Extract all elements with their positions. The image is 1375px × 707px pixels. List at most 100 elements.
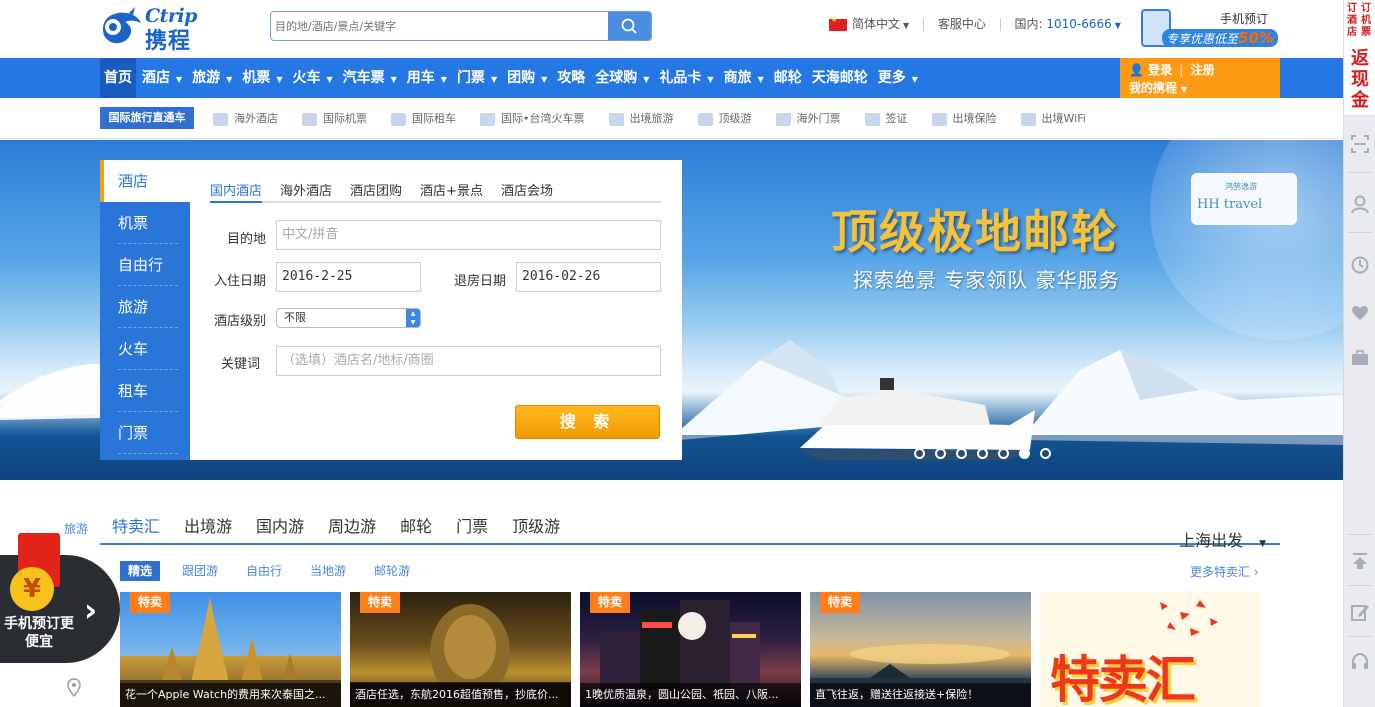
more-deals-link[interactable]: 更多特卖汇 › xyxy=(1190,563,1259,580)
checkin-date-input[interactable]: 2016-2-25 xyxy=(276,262,421,292)
deal-card[interactable]: 特卖 1晚优质温泉，圆山公园、祇园、八阪... xyxy=(580,592,801,707)
carousel-dot[interactable] xyxy=(1019,448,1030,459)
hotel-type-tab[interactable]: 酒店团购 xyxy=(350,180,402,203)
nav-item[interactable]: 礼品卡 ▼ xyxy=(655,58,717,98)
intl-travel-links: 海外酒店 国际机票 国际租车 国际•台湾火车票 出境旅游 顶级游 海外门票 签证 出境保险 出境W… xyxy=(213,98,1110,139)
travel-tab[interactable]: 邮轮 xyxy=(400,512,432,543)
section-side-label[interactable]: 旅游 xyxy=(64,520,88,537)
nav-item[interactable]: 首页 xyxy=(100,58,136,98)
carousel-dot[interactable] xyxy=(998,448,1009,459)
nav-item[interactable]: 酒店 ▼ xyxy=(138,58,186,98)
nav-item[interactable]: 机票 ▼ xyxy=(238,58,286,98)
side-tab[interactable]: 火车 xyxy=(100,328,190,370)
building-icon xyxy=(213,112,228,126)
travel-tab[interactable]: 周边游 xyxy=(328,512,376,543)
language-select[interactable]: 简体中文 ▼ xyxy=(852,17,909,31)
nav-item-label: 门票 xyxy=(456,70,485,86)
carousel-dot[interactable] xyxy=(914,448,925,459)
nav-item-label: 首页 xyxy=(104,70,132,86)
mobile-booking-promo[interactable]: 手机预订 专享优惠低至50% xyxy=(1135,7,1285,51)
nav-item[interactable]: 门票 ▼ xyxy=(453,58,501,98)
side-tab[interactable]: 旅游 xyxy=(100,286,190,328)
my-ctrip-menu[interactable]: 我的携程 ▼ xyxy=(1129,79,1187,96)
login-link[interactable]: 登录 xyxy=(1148,63,1172,77)
user-icon[interactable] xyxy=(1350,194,1370,214)
carousel-dot[interactable] xyxy=(935,448,946,459)
side-tab[interactable]: 自由行 xyxy=(100,244,190,286)
nav-item[interactable]: 汽车票 ▼ xyxy=(339,58,401,98)
nav-item[interactable]: 用车 ▼ xyxy=(403,58,451,98)
travel-tab[interactable]: 国内游 xyxy=(256,512,304,543)
deals-promo-banner[interactable]: 特卖汇 xyxy=(1040,592,1261,707)
destination-input[interactable]: 中文/拼音 xyxy=(276,220,661,250)
hotel-type-tab[interactable]: 海外酒店 xyxy=(280,180,332,203)
intl-link-label: 海外门票 xyxy=(796,112,841,125)
deal-card[interactable]: 特卖 直飞往返，赠送往返接送+保险！ xyxy=(810,592,1031,707)
nav-item[interactable]: 全球购 ▼ xyxy=(591,58,653,98)
travel-sub-tab[interactable]: 精选 xyxy=(120,561,161,581)
intl-link[interactable]: 国际•台湾火车票 xyxy=(480,98,585,139)
hh-travel-logo: 鸿鹄逸游 HH travel xyxy=(1191,173,1297,225)
intl-link[interactable]: 签证 xyxy=(864,98,908,139)
hotel-search-button[interactable]: 搜 索 xyxy=(515,405,660,439)
back-to-top-icon[interactable] xyxy=(1350,551,1370,571)
travel-sub-tab[interactable]: 邮轮游 xyxy=(374,561,410,581)
nav-item[interactable]: 商旅 ▼ xyxy=(720,58,768,98)
search-input[interactable] xyxy=(275,16,605,36)
travel-sub-tab[interactable]: 自由行 xyxy=(246,561,282,581)
checkout-date-input[interactable]: 2016-02-26 xyxy=(516,262,661,292)
hotel-type-tab[interactable]: 国内酒店 xyxy=(210,180,263,203)
nav-item[interactable]: 旅游 ▼ xyxy=(188,58,236,98)
hotel-type-tab[interactable]: 酒店+景点 xyxy=(420,180,483,203)
hotel-level-select[interactable]: 不限 ▲ ▼ xyxy=(276,308,421,328)
mobile-deal-float[interactable]: ¥ › 手机预订更便宜 xyxy=(0,533,120,665)
travel-tab[interactable]: 顶级游 xyxy=(512,512,560,543)
nav-item[interactable]: 天海邮轮 xyxy=(808,58,872,98)
service-center-link[interactable]: 客服中心 xyxy=(938,17,986,31)
location-pin-icon[interactable] xyxy=(66,678,82,698)
scan-icon[interactable] xyxy=(1350,134,1370,154)
heart-icon[interactable] xyxy=(1350,303,1370,323)
deal-caption: 花一个Apple Watch的费用来次泰国之... xyxy=(120,683,341,707)
departure-city-select[interactable]: 上海出发 ▼ xyxy=(1167,526,1278,560)
intl-link[interactable]: 出境保险 xyxy=(931,98,997,139)
intl-link[interactable]: 国际租车 xyxy=(391,98,456,139)
nav-item[interactable]: 更多 ▼ xyxy=(874,58,922,98)
nav-item[interactable]: 火车 ▼ xyxy=(288,58,336,98)
caret-down-icon: ▼ xyxy=(440,75,447,84)
intl-link[interactable]: 海外门票 xyxy=(775,98,841,139)
nav-item[interactable]: 邮轮 xyxy=(770,58,806,98)
carousel-dot[interactable] xyxy=(956,448,967,459)
intl-link[interactable]: 出境WiFi xyxy=(1020,98,1086,139)
intl-link[interactable]: 顶级游 xyxy=(697,98,752,139)
headset-icon[interactable] xyxy=(1350,652,1370,672)
feedback-edit-icon[interactable] xyxy=(1350,602,1370,622)
deal-card[interactable]: 特卖 酒店任选，东航2016超值预售，抄底价... xyxy=(350,592,571,707)
keyword-input[interactable]: （选填）酒店名/地标/商圈 xyxy=(276,346,661,376)
travel-sub-tab[interactable]: 跟团游 xyxy=(182,561,218,581)
nav-item[interactable]: 攻略 xyxy=(553,58,589,98)
nav-item[interactable]: 团购 ▼ xyxy=(503,58,551,98)
travel-tab[interactable]: 门票 xyxy=(456,512,488,543)
search-button[interactable] xyxy=(608,12,651,40)
side-tab[interactable]: 机票 xyxy=(100,202,190,244)
side-tab[interactable]: 租车 xyxy=(100,370,190,412)
ctrip-logo[interactable]: Ctrip 携程 xyxy=(99,4,221,54)
side-tab[interactable]: 酒店 xyxy=(100,160,190,202)
travel-tab[interactable]: 出境游 xyxy=(184,512,232,543)
carousel-dot[interactable] xyxy=(1040,448,1051,459)
hotel-type-tab[interactable]: 酒店会场 xyxy=(501,180,553,203)
intl-link[interactable]: 出境旅游 xyxy=(608,98,674,139)
side-tab[interactable]: 门票 xyxy=(100,412,190,454)
phone-number[interactable]: 1010-6666 ▼ xyxy=(1046,17,1121,31)
carousel-dot[interactable] xyxy=(977,448,988,459)
travel-sub-tab[interactable]: 当地游 xyxy=(310,561,346,581)
cashback-promo[interactable]: 订酒店 订机票 返现金 xyxy=(1344,0,1375,116)
register-link[interactable]: 注册 xyxy=(1191,63,1215,77)
intl-link[interactable]: 国际机票 xyxy=(302,98,367,139)
intl-link[interactable]: 海外酒店 xyxy=(213,98,278,139)
history-icon[interactable] xyxy=(1350,255,1370,275)
deal-card[interactable]: 特卖 花一个Apple Watch的费用来次泰国之... xyxy=(120,592,341,707)
briefcase-icon[interactable] xyxy=(1350,348,1370,368)
travel-tab[interactable]: 特卖汇 xyxy=(112,512,160,543)
